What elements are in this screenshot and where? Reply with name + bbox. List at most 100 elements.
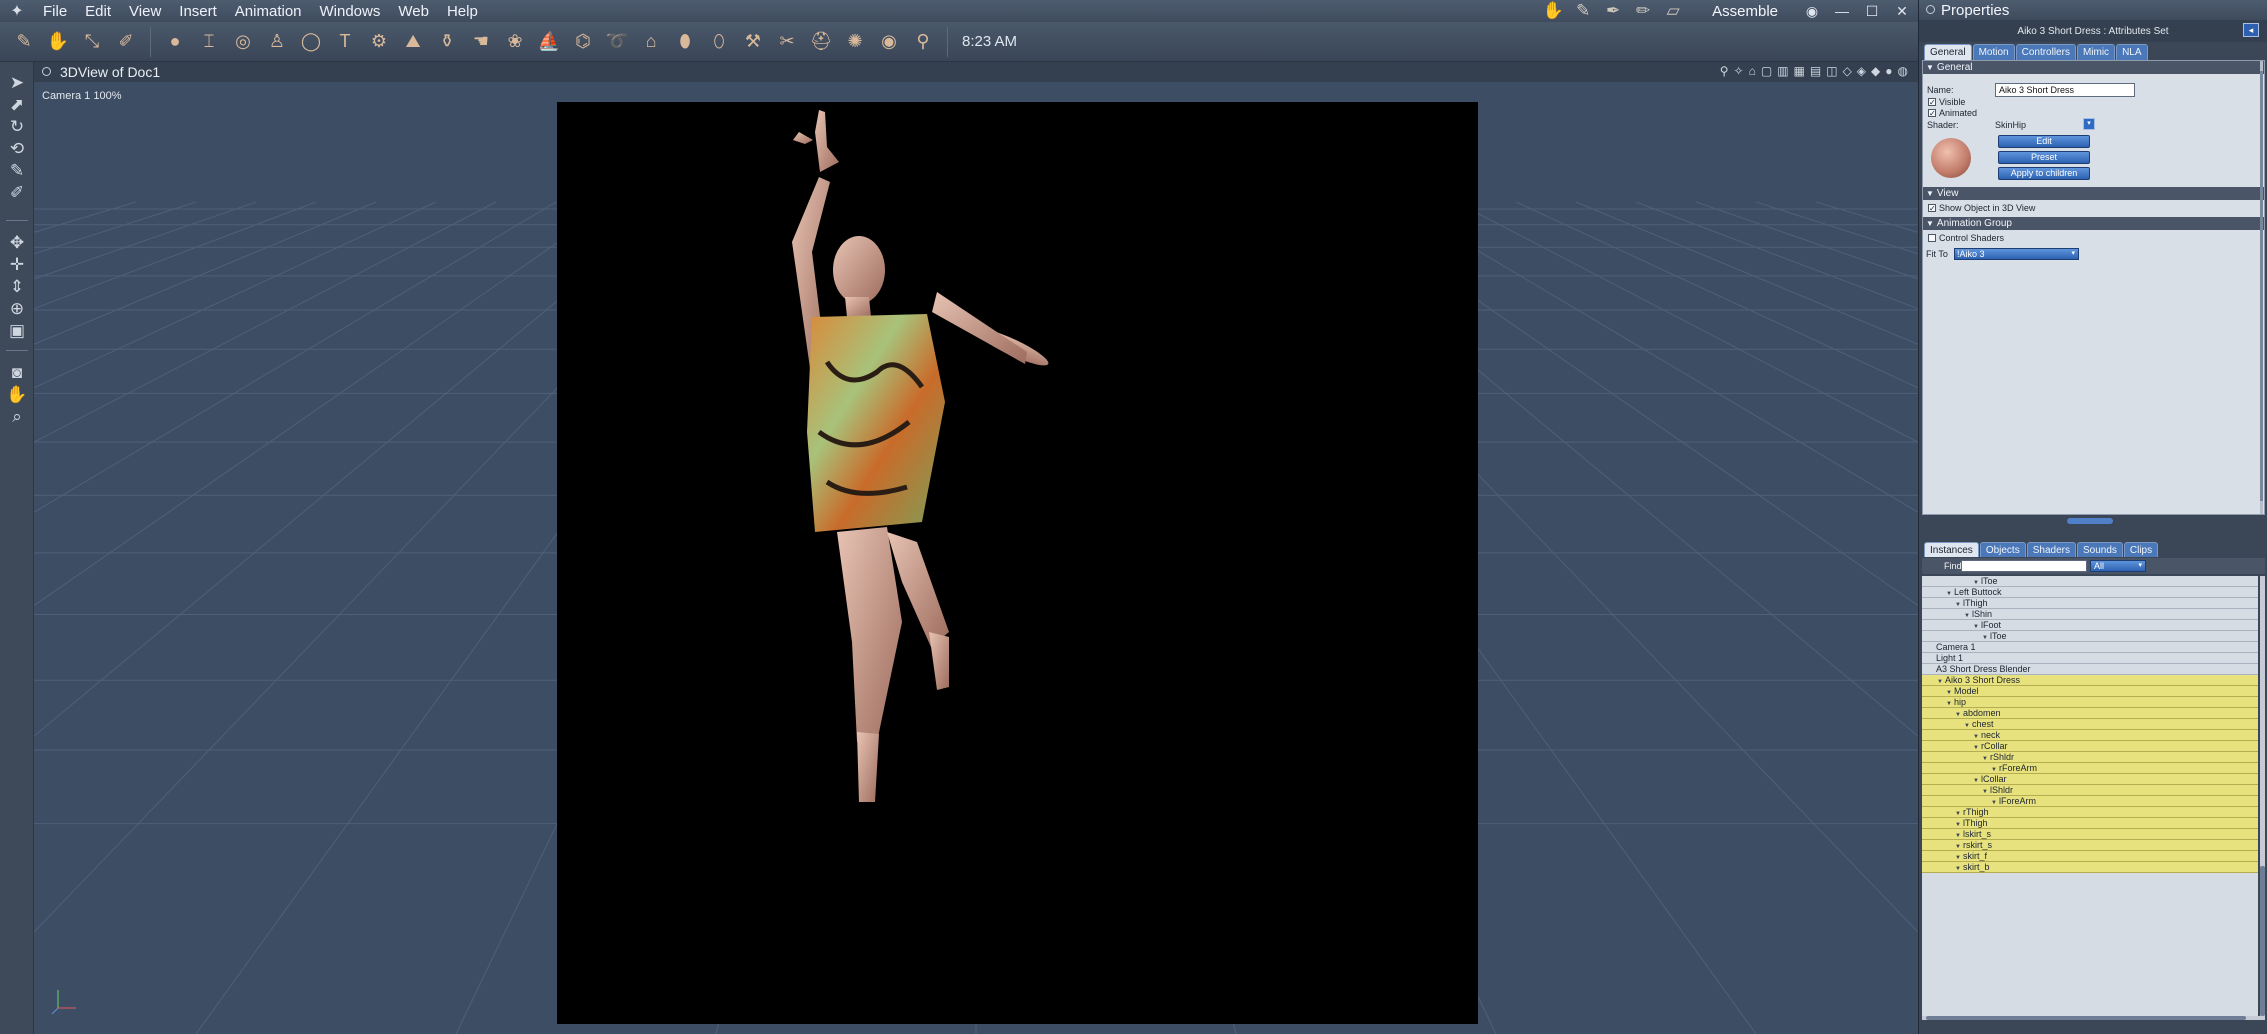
cube-tool-icon[interactable]: ▣	[4, 318, 30, 344]
tree-row[interactable]: ▼ rCollar	[1922, 741, 2258, 752]
bone-icon[interactable]: ⚲	[1720, 64, 1729, 78]
tree-row[interactable]: ▼ lThigh	[1922, 598, 2258, 609]
edit-button[interactable]: Edit	[1998, 135, 2090, 148]
properties-menu-icon[interactable]	[1926, 5, 1935, 14]
hand-icon[interactable]: ☚	[465, 25, 497, 59]
hand-icon[interactable]: ✋	[1540, 1, 1566, 21]
shader-dropdown-icon[interactable]: ▾	[2083, 118, 2095, 130]
wrench-icon[interactable]: ⚲	[907, 25, 939, 59]
tree-row[interactable]: ▼ skirt_f	[1922, 851, 2258, 862]
tree-row[interactable]: ▼ Model	[1922, 686, 2258, 697]
scale-tool-icon[interactable]: ⤡	[76, 25, 108, 59]
sphere-icon[interactable]: ●	[159, 25, 191, 59]
scissors-icon[interactable]: ✂	[771, 25, 803, 59]
zoom-icon[interactable]: ⌕	[4, 404, 30, 430]
sphere-shade-icon[interactable]: ●	[1885, 64, 1892, 78]
i-beam-icon[interactable]: ⌶	[193, 25, 225, 59]
properties-scrollbar[interactable]	[2260, 61, 2263, 514]
app-logo-icon[interactable]: ✦	[0, 0, 34, 22]
pencil-icon[interactable]: ✏	[1630, 1, 1656, 21]
animated-checkbox[interactable]: ✓	[1928, 109, 1936, 118]
tree-row[interactable]: ▼ hip	[1922, 697, 2258, 708]
box-mode-icon[interactable]: ◫	[1826, 64, 1837, 78]
3d-viewport[interactable]: 3DView of Doc1 ⚲ ✧ ⌂ ▢ ▥ ▦ ▤ ◫ ◇ ◈ ◆ ● ◍…	[34, 62, 1918, 1034]
tree-row[interactable]: ▼ lToe	[1922, 631, 2258, 642]
layout-grid-icon[interactable]: ▤	[1810, 64, 1821, 78]
general-group-header[interactable]: ▼ General	[1923, 61, 2264, 74]
bug-icon[interactable]: ✺	[839, 25, 871, 59]
viewport-menu-icon[interactable]	[42, 67, 51, 76]
hammer-icon[interactable]: ⚒	[737, 25, 769, 59]
scroll-thumb[interactable]	[1926, 1016, 2246, 1020]
sphere-render-icon[interactable]: ◍	[1898, 64, 1908, 78]
close-icon[interactable]: ✕	[1892, 3, 1912, 20]
tab-sounds[interactable]: Sounds	[2076, 542, 2123, 557]
tree-row[interactable]: ▼ lskirt_s	[1922, 829, 2258, 840]
tree-row[interactable]: ▼ rForeArm	[1922, 763, 2258, 774]
filter-dropdown[interactable]: All ▾	[2090, 560, 2146, 572]
tab-objects[interactable]: Objects	[1979, 542, 2026, 557]
brush-tool-icon[interactable]: ✐	[4, 180, 30, 206]
tree-row[interactable]: ▼ lCollar	[1922, 774, 2258, 785]
maximize-icon[interactable]: ☐	[1862, 3, 1882, 20]
gear-icon[interactable]: ⚙	[363, 25, 395, 59]
texture-mode-icon[interactable]: ◆	[1871, 64, 1880, 78]
apply-to-children-button[interactable]: Apply to children	[1998, 167, 2090, 180]
expand-icon[interactable]: ◂	[2243, 23, 2259, 37]
layout-single-icon[interactable]: ▢	[1761, 64, 1772, 78]
house-icon[interactable]: ⌂	[635, 25, 667, 59]
tree-scrollbar[interactable]	[2260, 576, 2265, 1016]
control-shaders-checkbox[interactable]	[1928, 234, 1936, 242]
rock-icon[interactable]: ⬮	[669, 25, 701, 59]
text-icon[interactable]: T	[329, 25, 361, 59]
figure-icon[interactable]: ♙	[261, 25, 293, 59]
scroll-thumb[interactable]	[2260, 866, 2265, 1016]
minimize-icon[interactable]: —	[1832, 3, 1852, 19]
tree-row[interactable]: ▼ lShldr	[1922, 785, 2258, 796]
tree-row[interactable]: ▼ lShin	[1922, 609, 2258, 620]
menu-animation[interactable]: Animation	[226, 3, 311, 20]
eye-icon[interactable]: ◉	[1802, 3, 1822, 20]
show-object-checkbox[interactable]: ✓	[1928, 204, 1936, 213]
tree-row[interactable]: ▼ lThigh	[1922, 818, 2258, 829]
hat-icon[interactable]: ⛑	[805, 25, 837, 59]
tree-row[interactable]: ▼ Left Buttock	[1922, 587, 2258, 598]
layout-four-icon[interactable]: ▦	[1794, 64, 1805, 78]
view-group-header[interactable]: ▼ View	[1923, 187, 2264, 200]
room-name[interactable]: Assemble	[1712, 3, 1778, 20]
fit-to-dropdown[interactable]: !Aiko 3 ▾	[1954, 248, 2079, 260]
shade-mode-icon[interactable]: ◈	[1857, 64, 1866, 78]
menu-file[interactable]: File	[34, 3, 76, 20]
find-input[interactable]	[1961, 560, 2087, 572]
tree-row[interactable]: ▼ skirt_b	[1922, 862, 2258, 873]
ago-icon[interactable]: ⌬	[567, 25, 599, 59]
tree-row[interactable]: ▼ rShldr	[1922, 752, 2258, 763]
splitter-handle[interactable]	[2067, 518, 2113, 524]
tree-horizontal-scrollbar[interactable]	[1922, 1016, 2265, 1020]
animation-group-header[interactable]: ▼ Animation Group	[1923, 217, 2264, 230]
light-icon[interactable]: ✧	[1734, 64, 1744, 78]
tab-clips[interactable]: Clips	[2123, 542, 2159, 557]
paintbrush-icon[interactable]: ✎	[8, 25, 40, 59]
torus-icon[interactable]: ◯	[295, 25, 327, 59]
scroll-thumb[interactable]	[2260, 71, 2263, 501]
brush-icon[interactable]: ✎	[1570, 1, 1596, 21]
tree-row[interactable]: ▼ rThigh	[1922, 807, 2258, 818]
menu-windows[interactable]: Windows	[311, 3, 390, 20]
tree-row[interactable]: Light 1	[1922, 653, 2258, 664]
tree-row[interactable]: ▼ chest	[1922, 719, 2258, 730]
bush-icon[interactable]: ❀	[499, 25, 531, 59]
terrain-icon[interactable]: ⛰	[397, 25, 429, 59]
tab-instances[interactable]: Instances	[1924, 542, 1979, 557]
name-field[interactable]	[1995, 83, 2135, 97]
rope-icon[interactable]: ➰	[601, 25, 633, 59]
vase-icon[interactable]: ⚱	[431, 25, 463, 59]
pen-icon[interactable]: ✒	[1600, 1, 1626, 21]
visible-checkbox[interactable]: ✓	[1928, 98, 1936, 107]
menu-web[interactable]: Web	[389, 3, 438, 20]
tab-shaders[interactable]: Shaders	[2026, 542, 2076, 557]
boot-icon[interactable]: ⬯	[703, 25, 735, 59]
preset-button[interactable]: Preset	[1998, 151, 2090, 164]
menu-edit[interactable]: Edit	[76, 3, 120, 20]
panel-splitter[interactable]	[1921, 517, 2264, 525]
